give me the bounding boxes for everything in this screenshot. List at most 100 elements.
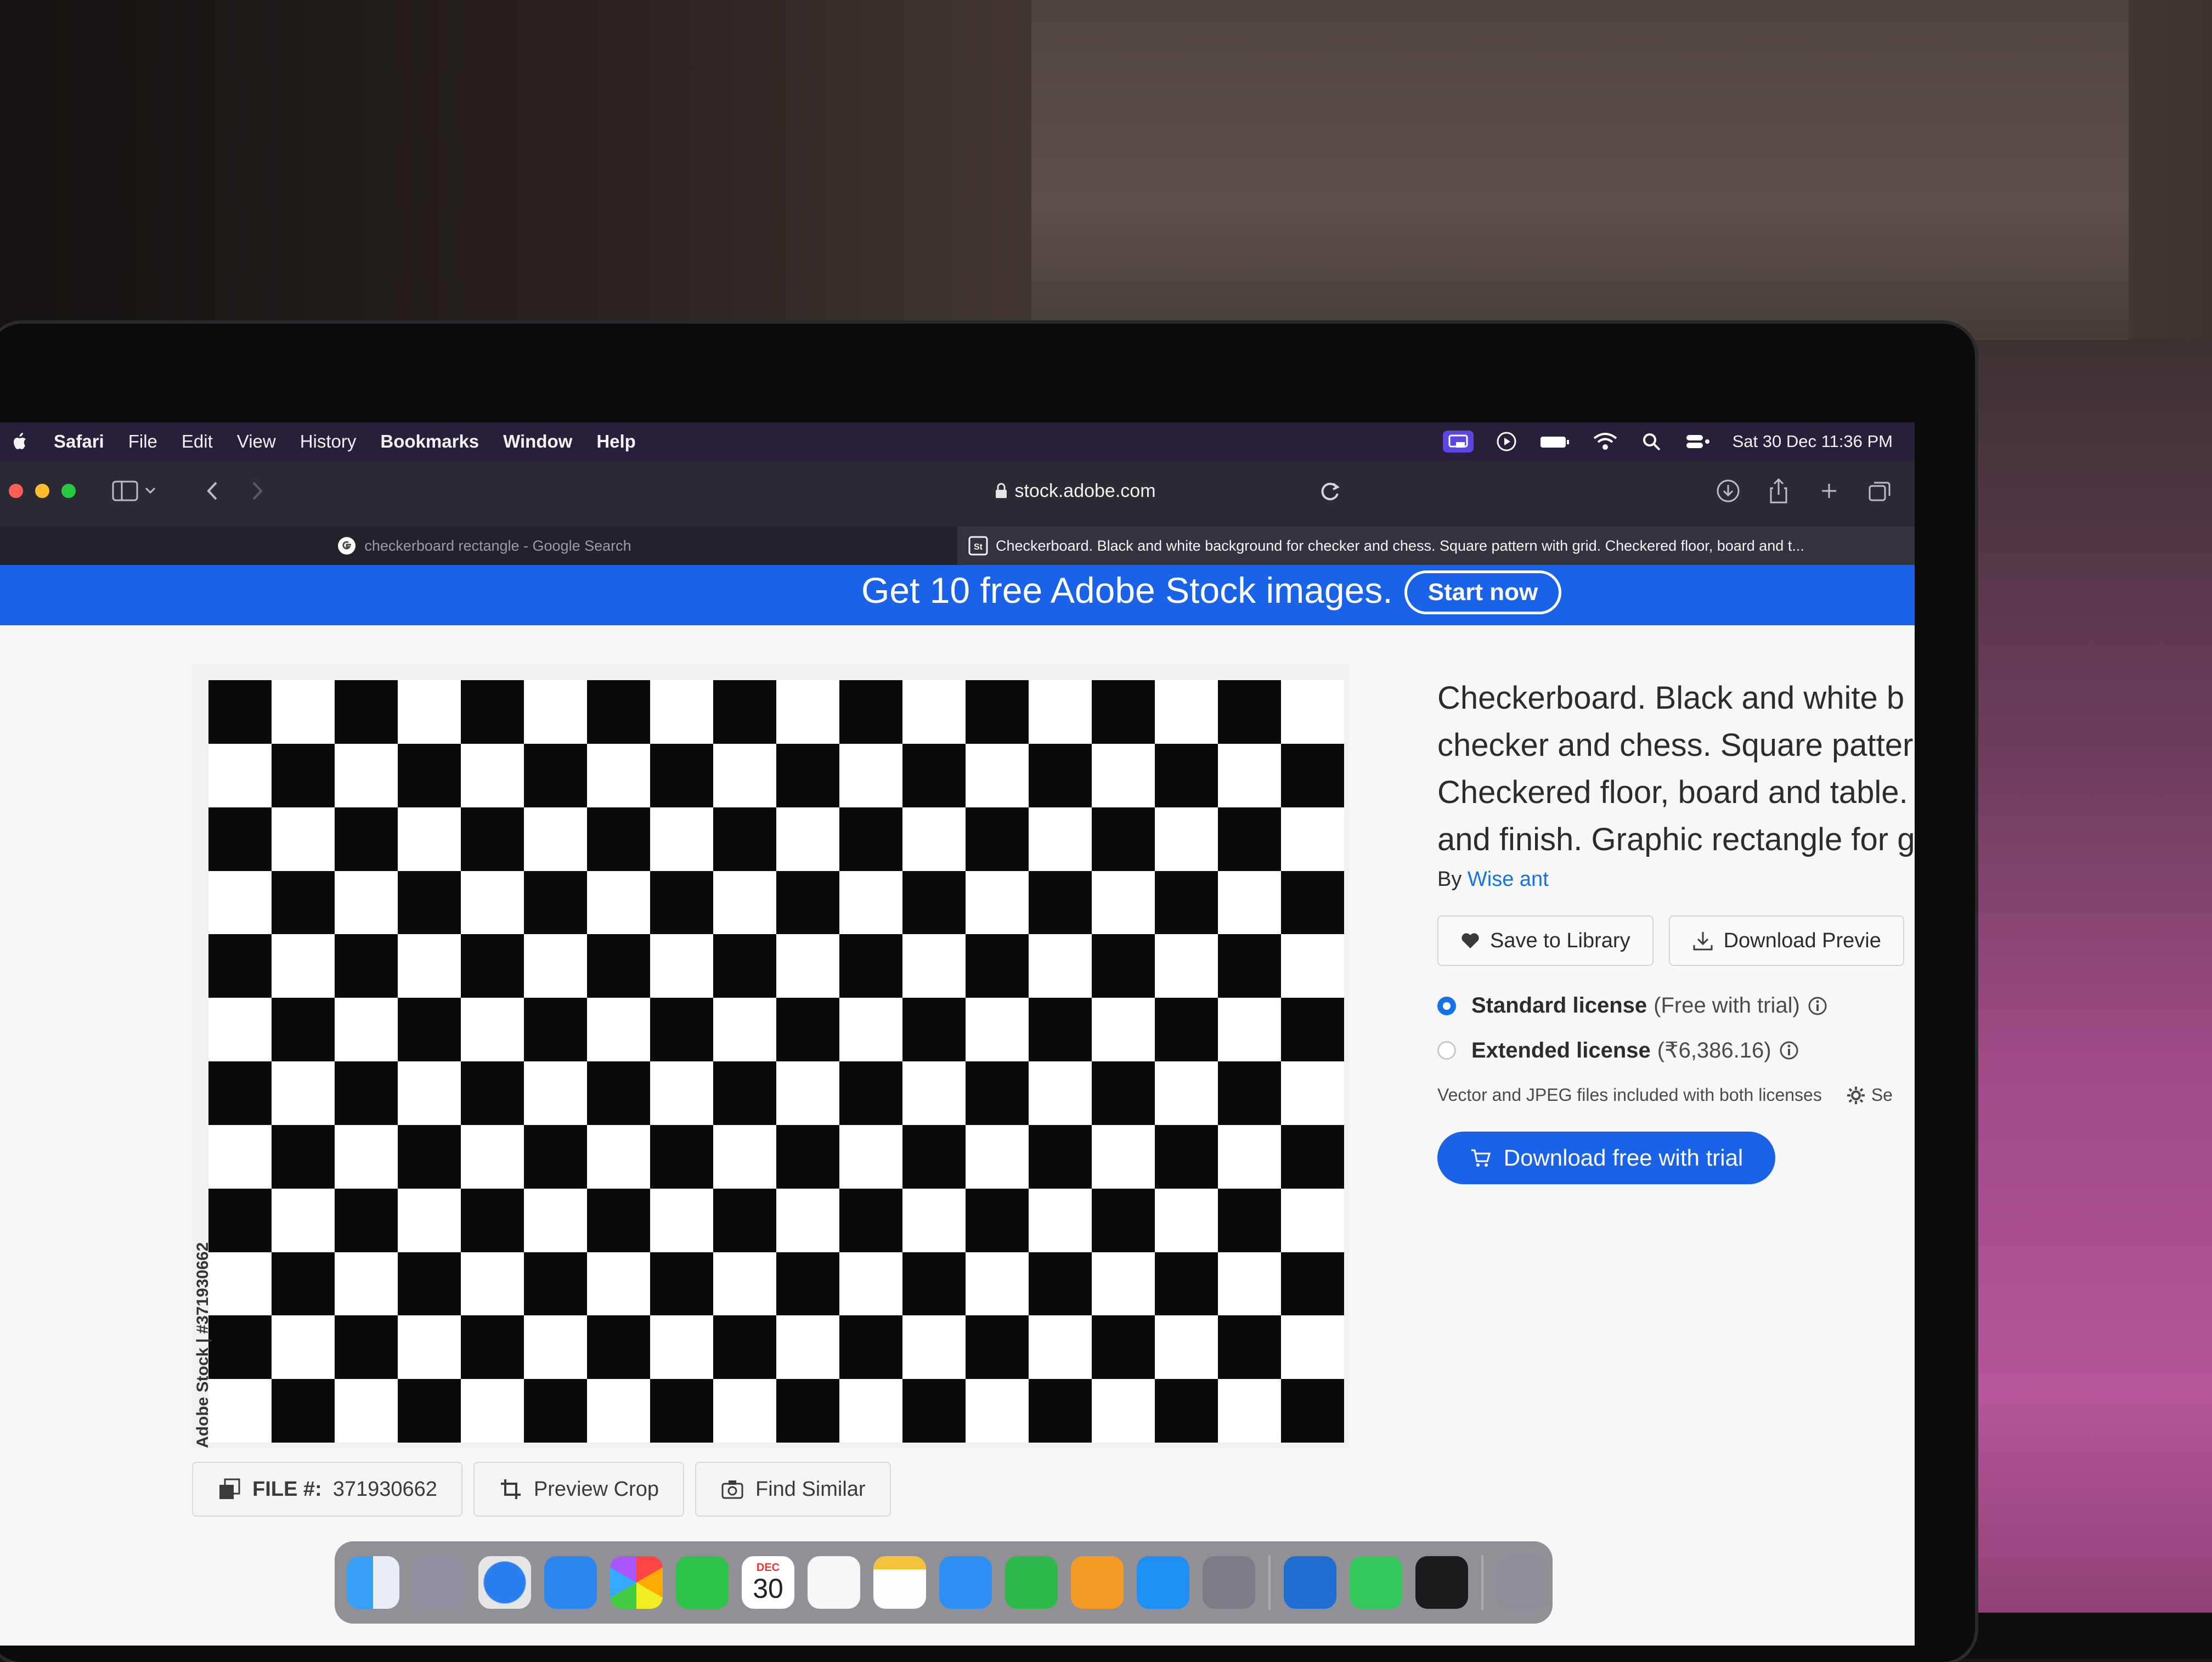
save-to-library-button[interactable]: Save to Library [1437, 915, 1654, 966]
info-icon[interactable] [1808, 996, 1827, 1016]
system-settings-icon[interactable] [1203, 1556, 1255, 1609]
mail-icon[interactable] [544, 1556, 597, 1609]
checker-square [1029, 1188, 1092, 1252]
menu-file[interactable]: File [128, 431, 157, 452]
menu-help[interactable]: Help [596, 431, 636, 452]
tab-overview-icon[interactable] [1866, 477, 1893, 505]
sidebar-toggle-icon[interactable] [110, 477, 159, 505]
gear-icon[interactable] [1846, 1086, 1866, 1105]
tab-adobe-stock[interactable]: St Checkerboard. Black and white backgro… [957, 527, 1915, 565]
checker-square [839, 1379, 902, 1443]
checker-square [839, 870, 902, 935]
keynote-icon[interactable] [939, 1556, 992, 1609]
battery-icon[interactable] [1539, 431, 1570, 453]
reload-icon[interactable] [1317, 477, 1344, 505]
promo-banner: Get 10 free Adobe Stock images. Start no… [0, 565, 1915, 625]
close-window-button[interactable] [9, 484, 23, 498]
numbers-icon[interactable] [1005, 1556, 1058, 1609]
checker-square [1029, 1124, 1092, 1189]
menu-bar: Safari File Edit View History Bookmarks … [0, 422, 1915, 461]
checker-square [1218, 934, 1281, 998]
photos-icon[interactable] [610, 1556, 663, 1609]
checker-square [1029, 680, 1092, 744]
play-circle-icon[interactable] [1496, 431, 1517, 453]
checker-square [335, 743, 398, 807]
info-icon[interactable] [1779, 1041, 1799, 1060]
asset-title-line: Checkerboard. Black and white b [1437, 680, 1905, 716]
checker-square [713, 934, 776, 998]
finder-icon[interactable] [347, 1556, 399, 1609]
menu-history[interactable]: History [300, 431, 357, 452]
zoom-window-button[interactable] [61, 484, 76, 498]
checker-square [524, 1124, 587, 1189]
calendar-day: 30 [753, 1573, 783, 1604]
standard-license-radio[interactable] [1437, 996, 1456, 1015]
tab-label: checkerboard rectangle - Google Search [364, 537, 631, 554]
checker-square [461, 1379, 524, 1443]
new-tab-icon[interactable] [1816, 477, 1842, 505]
checker-square [524, 1061, 587, 1125]
notes-icon[interactable] [873, 1556, 926, 1609]
author-link[interactable]: Wise ant [1468, 868, 1549, 891]
wifi-icon[interactable] [1592, 431, 1618, 453]
checker-square [713, 1188, 776, 1252]
settings-link[interactable]: Se [1871, 1085, 1893, 1105]
tab-google-search[interactable]: checkerboard rectangle - Google Search [0, 527, 957, 565]
download-preview-button[interactable]: Download Previe [1668, 915, 1904, 966]
start-now-button[interactable]: Start now [1404, 570, 1561, 614]
terminal-icon[interactable] [1415, 1556, 1468, 1609]
menu-edit[interactable]: Edit [182, 431, 213, 452]
checker-square [713, 1315, 776, 1380]
preview-crop-button[interactable]: Preview Crop [473, 1462, 684, 1517]
checker-square [587, 998, 650, 1061]
safari-icon[interactable] [478, 1556, 531, 1609]
reminders-icon[interactable] [808, 1556, 860, 1609]
find-similar-button[interactable]: Find Similar [695, 1462, 891, 1517]
checker-square [1092, 1379, 1155, 1443]
extended-license-radio[interactable] [1437, 1041, 1456, 1060]
checker-square [1155, 1061, 1218, 1125]
apple-icon[interactable] [11, 431, 30, 453]
facetime-icon[interactable] [676, 1556, 729, 1609]
screen-mirroring-icon[interactable] [1442, 431, 1474, 453]
checker-square [1218, 1188, 1281, 1252]
address-bar[interactable]: stock.adobe.com [795, 472, 1355, 510]
checker-square [1218, 870, 1281, 935]
checker-square [650, 1061, 713, 1125]
share-icon[interactable] [1765, 477, 1792, 505]
image-preview[interactable]: Adobe Stock | #371930662 [192, 664, 1350, 1448]
checker-square [272, 1061, 335, 1125]
control-center-icon[interactable] [1684, 431, 1711, 453]
vscode-icon[interactable] [1284, 1556, 1336, 1609]
forward-arrow-icon[interactable] [241, 477, 272, 505]
checker-square [1218, 1315, 1281, 1380]
menu-safari[interactable]: Safari [54, 431, 104, 452]
calendar-icon[interactable]: DEC 30 [742, 1556, 794, 1609]
minimize-window-button[interactable] [35, 484, 49, 498]
pages-icon[interactable] [1071, 1556, 1124, 1609]
menu-bookmarks[interactable]: Bookmarks [380, 431, 479, 452]
back-arrow-icon[interactable] [198, 477, 228, 505]
checker-square [1092, 998, 1155, 1061]
launchpad-icon[interactable] [413, 1556, 465, 1609]
extended-license-option[interactable]: Extended license (₹6,386.16) [1437, 1038, 1915, 1063]
menu-clock[interactable]: Sat 30 Dec 11:36 PM [1733, 432, 1893, 451]
menu-window[interactable]: Window [503, 431, 572, 452]
downloads-icon[interactable] [1715, 477, 1741, 505]
checker-square [587, 1252, 650, 1316]
messages-icon[interactable] [1350, 1556, 1402, 1609]
checker-square [966, 870, 1029, 935]
checker-square [208, 743, 272, 807]
standard-license-option[interactable]: Standard license (Free with trial) [1437, 993, 1915, 1018]
checker-square [839, 998, 902, 1061]
download-free-with-trial-button[interactable]: Download free with trial [1437, 1132, 1775, 1184]
spotlight-search-icon[interactable] [1640, 431, 1662, 453]
checker-square [1155, 998, 1218, 1061]
app-store-icon[interactable] [1137, 1556, 1189, 1609]
checker-square [335, 998, 398, 1061]
checker-square [902, 743, 966, 807]
checker-square [713, 1124, 776, 1189]
trash-icon[interactable] [1497, 1556, 1549, 1609]
checker-square [587, 934, 650, 998]
menu-view[interactable]: View [237, 431, 276, 452]
